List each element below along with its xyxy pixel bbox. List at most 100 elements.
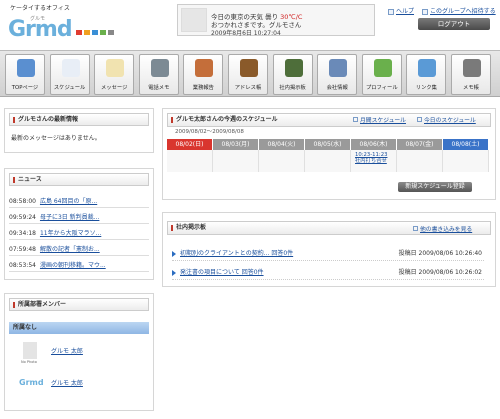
nav-item[interactable]: スケジュール — [49, 54, 90, 95]
nav-label: 会社情報 — [326, 85, 348, 91]
day-header[interactable]: 08/07(金) — [397, 139, 443, 150]
latest-info-title: グルモさんの最新情報 — [9, 113, 149, 126]
member-item: Grmd グルモ 太郎 — [11, 372, 151, 394]
nav-label: プロフィール — [365, 85, 398, 91]
day-header[interactable]: 08/04(火) — [259, 139, 305, 150]
bulletin-link[interactable]: 初期別のクライアントとの契約... 回答0件 — [180, 250, 293, 257]
nav-label: メッセージ — [100, 85, 128, 91]
header: ケータイするオフィス グルモ Grmd 今日の東京の天気 曇り 30℃/C おつ… — [0, 0, 500, 50]
nav-label: アドレス帳 — [234, 85, 262, 91]
color-dots — [76, 30, 114, 35]
bulletin-link[interactable]: 発注書の項目について 回答0件 — [180, 269, 264, 276]
nav-label: 業務報告 — [192, 85, 214, 91]
logout-button[interactable]: ログアウト — [418, 18, 490, 30]
news-item: 09:34:18 11年から大阪マラソ... — [9, 227, 149, 240]
day-cell[interactable]: 10:23-11:23 社内打ち合せ — [351, 150, 397, 172]
logo-text: Grmd — [8, 17, 73, 42]
arrow-icon — [172, 269, 176, 276]
news-title: ニュース — [9, 173, 149, 186]
post-date: 投稿日 2009/08/06 10:26:02 — [398, 269, 482, 276]
day-cell[interactable] — [305, 150, 351, 172]
news-time: 08:53:54 — [9, 262, 36, 269]
today-schedule-link[interactable]: 今日のスケジュール — [417, 115, 476, 124]
news-panel: ニュース 08:58:00 広島 64回目の「原... 09:59:24 母子に3日 … — [4, 168, 154, 280]
day-cell[interactable] — [397, 150, 443, 172]
help-icon — [388, 8, 394, 15]
nav-item[interactable]: 会社情報 — [317, 54, 358, 95]
avatar — [23, 342, 37, 359]
memo-icon — [463, 59, 481, 77]
nav-item[interactable]: プロフィール — [361, 54, 402, 95]
nav-label: メモ帳 — [463, 85, 479, 91]
nav-item[interactable]: メモ帳 — [451, 54, 491, 95]
day-cell[interactable] — [259, 150, 305, 172]
post-date: 投稿日 2009/08/06 10:26:40 — [398, 250, 482, 257]
nav-label: スケジュール — [53, 85, 86, 91]
nav-item[interactable]: 社内掲示板 — [272, 54, 313, 95]
schedule-event[interactable]: 10:23-11:23 社内打ち合せ — [355, 152, 387, 164]
weather-icon — [181, 8, 207, 32]
bulletin-item: 初期別のクライアントとの契約... 回答0件 投稿日 2009/08/06 10:… — [172, 247, 484, 261]
day-header[interactable]: 08/02(日) — [167, 139, 213, 150]
invite-link[interactable]: このグループへ招待する — [422, 6, 496, 15]
news-link[interactable]: 広島 64回目の「原... — [40, 198, 97, 205]
grmd-logo[interactable]: グルモ Grmd — [8, 13, 73, 43]
news-item: 07:59:48 解散の記者「憲制お... — [9, 243, 149, 256]
nav-item[interactable]: メッセージ — [94, 54, 135, 95]
day-header[interactable]: 08/05(水) — [305, 139, 351, 150]
members-panel: 所属部署メンバー 所属なし No Photo グルモ 太郎 Grmd グルモ 太… — [4, 293, 154, 411]
main-nav: TOPページ スケジュール メッセージ 電話メモ 業務報告 アドレス帳 社内掲示板 会社情報 プ… — [0, 50, 500, 97]
profile-icon — [373, 59, 392, 77]
bulletin-item: 発注書の項目について 回答0件 投稿日 2009/08/06 10:26:02 — [172, 266, 484, 280]
nav-label: リンク集 — [415, 85, 437, 91]
nav-item[interactable]: 電話メモ — [138, 54, 179, 95]
building-icon — [329, 59, 348, 77]
monthly-schedule-link[interactable]: 月間スケジュール — [353, 115, 406, 124]
news-item: 08:53:54 漫画の朝刊移籍。マウ... — [9, 259, 149, 272]
datetime: 2009年8月6日 10:27:04 — [211, 30, 281, 37]
nav-label: 電話メモ — [148, 85, 170, 91]
help-link[interactable]: ヘルプ — [388, 6, 414, 15]
envelope-icon — [106, 59, 125, 77]
nav-item[interactable]: TOPページ — [5, 54, 45, 95]
nav-label: TOPページ — [11, 85, 39, 91]
news-time: 07:59:48 — [9, 246, 36, 253]
member-item: No Photo グルモ 太郎 — [11, 340, 151, 364]
news-link[interactable]: 母子に3日 新判員裁... — [40, 214, 99, 221]
address-book-icon — [240, 59, 258, 77]
member-name-link[interactable]: グルモ 太郎 — [51, 378, 83, 387]
nav-item[interactable]: リンク集 — [406, 54, 447, 95]
arrow-icon — [172, 250, 176, 257]
members-title: 所属部署メンバー — [9, 298, 149, 311]
more-posts-link[interactable]: 他の書き込みを見る — [413, 224, 472, 233]
nav-label: 社内掲示板 — [279, 85, 306, 91]
day-header[interactable]: 08/03(月) — [213, 139, 259, 150]
news-time: 09:59:24 — [9, 214, 36, 221]
day-header[interactable]: 08/06(木) — [351, 139, 397, 150]
weather-box: 今日の東京の天気 曇り 30℃/C おつかれさまです。グルモさん 2009年8月… — [177, 4, 375, 37]
nav-item[interactable]: アドレス帳 — [228, 54, 268, 95]
schedule-range: 2009/08/02～2009/08/08 — [175, 129, 244, 135]
member-name-link[interactable]: グルモ 太郎 — [51, 346, 83, 355]
new-schedule-button[interactable]: 新規スケジュール登録 — [398, 182, 472, 192]
tagline: ケータイするオフィス — [10, 5, 70, 12]
latest-info-text: 最新のメッセージはありません。 — [11, 135, 101, 142]
day-cell[interactable] — [167, 150, 213, 172]
news-time: 09:34:18 — [9, 230, 36, 237]
house-icon — [17, 59, 35, 77]
news-item: 09:59:24 母子に3日 新判員裁... — [9, 211, 149, 224]
news-link[interactable]: 解散の記者「憲制お... — [40, 246, 100, 253]
invite-icon — [422, 8, 429, 15]
news-link[interactable]: 11年から大阪マラソ... — [40, 230, 101, 237]
day-cell[interactable] — [213, 150, 259, 172]
nav-item[interactable]: 業務報告 — [183, 54, 224, 95]
news-link[interactable]: 漫画の朝刊移籍。マウ... — [40, 262, 106, 269]
latest-info-panel: グルモさんの最新情報 最新のメッセージはありません。 — [4, 108, 154, 153]
day-header[interactable]: 08/08(土) — [443, 139, 489, 150]
members-group-label: 所属なし — [9, 322, 149, 334]
link-icon — [418, 59, 437, 77]
day-cell[interactable] — [443, 150, 489, 172]
report-icon — [195, 59, 214, 77]
bulletin-board-icon — [284, 59, 303, 77]
phone-icon — [150, 59, 169, 77]
